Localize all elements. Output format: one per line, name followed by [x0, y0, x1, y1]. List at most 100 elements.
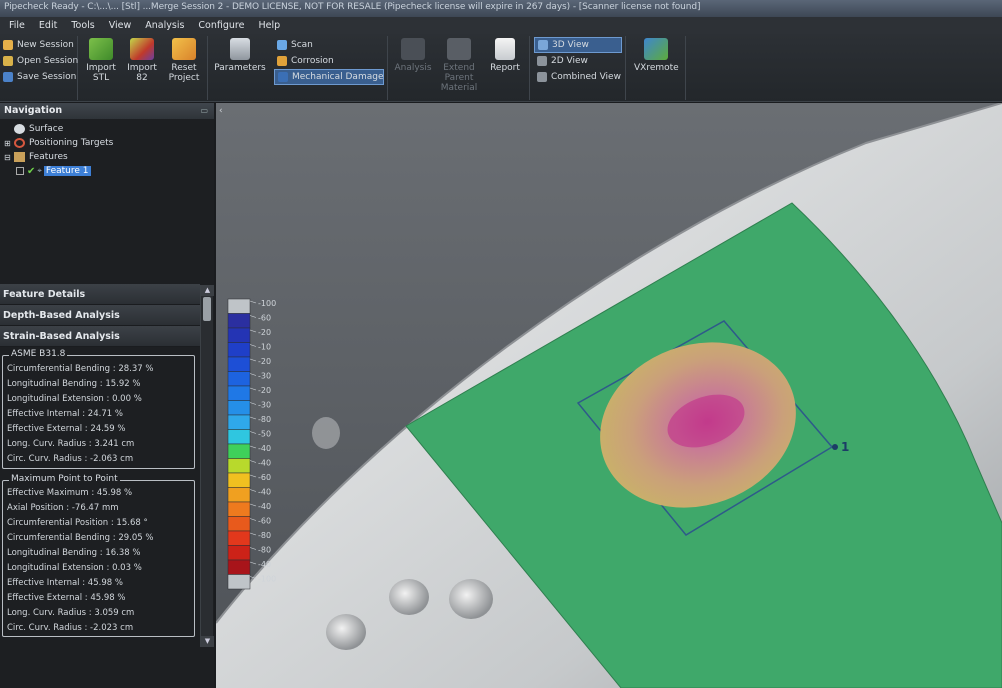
- details-scrollbar[interactable]: ▲ ▼: [200, 285, 214, 647]
- title-bar: Pipecheck Ready - C:\...\... [Stl] ...Me…: [0, 0, 1002, 17]
- session-group: New Session Open Session Save Session: [0, 36, 78, 100]
- legend-tick-label: -80: [258, 415, 271, 424]
- scroll-up-arrow[interactable]: ▲: [201, 285, 214, 296]
- legend-color-swatch: [227, 501, 251, 517]
- asme-row: Longitudinal Extension : 0.00 %: [7, 394, 142, 404]
- scroll-thumb[interactable]: [203, 297, 211, 321]
- asme-row: Long. Curv. Radius : 3.241 cm: [7, 439, 135, 449]
- save-icon: [3, 72, 13, 82]
- 3d-view-button[interactable]: 3D View: [534, 37, 622, 53]
- legend-tick-label: -20: [258, 328, 271, 337]
- max-point-to-point-group: Maximum Point to Point Effective Maximum…: [2, 474, 195, 637]
- menu-analysis[interactable]: Analysis: [138, 20, 191, 31]
- 2d-view-button[interactable]: 2D View: [534, 53, 622, 69]
- vxremote-button[interactable]: VXremote: [634, 38, 679, 73]
- extend-parent-material-button[interactable]: Extend Parent Material: [438, 38, 480, 93]
- open-folder-icon: [3, 56, 13, 66]
- menu-view[interactable]: View: [102, 20, 139, 31]
- max-p2p-row: Longitudinal Extension : 0.03 %: [7, 563, 142, 573]
- feature-checkbox[interactable]: [16, 167, 24, 175]
- import-82-button[interactable]: Import 82: [121, 38, 163, 83]
- scan-icon: [277, 40, 287, 50]
- surface-icon: [14, 124, 25, 134]
- max-p2p-row: Circ. Curv. Radius : -2.023 cm: [7, 623, 134, 633]
- legend-color-swatch: [227, 298, 251, 314]
- 2d-view-label: 2D View: [551, 56, 588, 66]
- legend-color-swatch: [227, 313, 251, 329]
- report-label: Report: [490, 63, 520, 73]
- viewport-canvas[interactable]: 1 -100 -60 -20 -10 -20 -30 -20 -30 -80 -50 -40 -40 -…: [216, 103, 1002, 688]
- save-session-button[interactable]: Save Session: [0, 69, 77, 85]
- max-p2p-row: Effective Maximum : 45.98 %: [7, 488, 133, 498]
- combined-view-button[interactable]: Combined View: [534, 69, 622, 85]
- legend-color-swatch: [227, 400, 251, 416]
- report-button[interactable]: Report: [484, 38, 526, 73]
- reset-project-button[interactable]: Reset Project: [163, 38, 205, 83]
- asme-row: Effective Internal : 24.71 %: [7, 409, 123, 419]
- legend-color-swatch: [227, 487, 251, 503]
- reset-project-icon: [172, 38, 196, 60]
- new-session-button[interactable]: New Session: [0, 37, 77, 53]
- 3d-view-label: 3D View: [552, 40, 589, 50]
- legend-tick-label: -20: [258, 357, 271, 366]
- legend-color-swatch: [227, 545, 251, 561]
- mode-corrosion[interactable]: Corrosion: [274, 53, 384, 69]
- mode-mechanical-damage[interactable]: Mechanical Damage: [274, 69, 384, 85]
- legend-color-swatch: [227, 472, 251, 488]
- mode-scan[interactable]: Scan: [274, 37, 384, 53]
- legend-color-swatch: [227, 342, 251, 358]
- strain-based-analysis-header[interactable]: Strain-Based Analysis: [0, 326, 200, 347]
- legend-tick-label: -20: [258, 386, 271, 395]
- tree-item-feature-1[interactable]: ✔ ⌖ Feature 1: [2, 164, 214, 178]
- asme-row: Effective External : 24.59 %: [7, 424, 126, 434]
- viewport-collapse-arrow[interactable]: ‹: [219, 106, 223, 116]
- analysis-button[interactable]: Analysis: [392, 38, 434, 73]
- scroll-down-arrow[interactable]: ▼: [201, 636, 214, 647]
- new-session-label: New Session: [17, 40, 74, 50]
- legend-color-swatch: [227, 327, 251, 343]
- window-title: Pipecheck Ready - C:\...\... [Stl] ...Me…: [4, 2, 701, 12]
- tree-item-positioning-targets-label: Positioning Targets: [29, 138, 114, 148]
- pipe-bump: [312, 417, 340, 449]
- import-stl-icon: [89, 38, 113, 60]
- max-p2p-row: Circumferential Position : 15.68 °: [7, 518, 148, 528]
- legend-tick-label: -60: [258, 314, 271, 323]
- menu-file[interactable]: File: [2, 20, 32, 31]
- legend-color-swatch: [227, 414, 251, 430]
- parameters-button[interactable]: Parameters: [212, 38, 268, 73]
- legend-tick-label: -100: [258, 575, 276, 584]
- legend-tick-label: -40: [258, 459, 271, 468]
- asme-rows: Circumferential Bending : 28.37 % Longitu…: [3, 356, 194, 467]
- menu-edit[interactable]: Edit: [32, 20, 64, 31]
- vxremote-icon: [644, 38, 668, 60]
- analysis-icon: [401, 38, 425, 60]
- analysis-label: Analysis: [394, 63, 432, 73]
- tree-item-features[interactable]: ⊟ Features: [2, 150, 214, 164]
- menu-bar: File Edit Tools View Analysis Configure Help: [0, 17, 1002, 34]
- import-stl-label: Import STL: [86, 63, 116, 83]
- menu-help[interactable]: Help: [251, 20, 287, 31]
- menu-tools[interactable]: Tools: [64, 20, 101, 31]
- expand-icon[interactable]: ⊞: [4, 139, 14, 148]
- import-stl-button[interactable]: Import STL: [80, 38, 122, 83]
- legend-tick-label: -40: [258, 502, 271, 511]
- navigation-title: Navigation: [4, 105, 63, 116]
- parameters-label: Parameters: [214, 63, 266, 73]
- tree-item-positioning-targets[interactable]: ⊞ Positioning Targets: [2, 136, 214, 150]
- collapse-icon[interactable]: ⊟: [4, 153, 14, 162]
- panel-pin-icon[interactable]: ▭: [200, 106, 208, 115]
- legend-color-swatch: [227, 530, 251, 546]
- open-session-button[interactable]: Open Session: [0, 53, 78, 69]
- feature-details-header[interactable]: Feature Details: [0, 284, 200, 305]
- tree-item-surface[interactable]: Surface: [2, 122, 214, 136]
- max-p2p-row: Effective Internal : 45.98 %: [7, 578, 123, 588]
- 3d-viewport[interactable]: 1 -100 -60 -20 -10 -20 -30 -20 -30 -80 -50 -40 -40 -…: [216, 103, 1002, 688]
- parameters-icon: [230, 38, 250, 60]
- legend-tick-label: -40: [258, 560, 271, 569]
- left-panel: Navigation ▭ Surface ⊞ Positioning Targe…: [0, 103, 214, 688]
- depth-based-analysis-header[interactable]: Depth-Based Analysis: [0, 305, 200, 326]
- menu-configure[interactable]: Configure: [191, 20, 251, 31]
- extend-parent-material-icon: [447, 38, 471, 60]
- pipe-bump: [389, 579, 429, 615]
- legend-color-swatch: [227, 574, 251, 590]
